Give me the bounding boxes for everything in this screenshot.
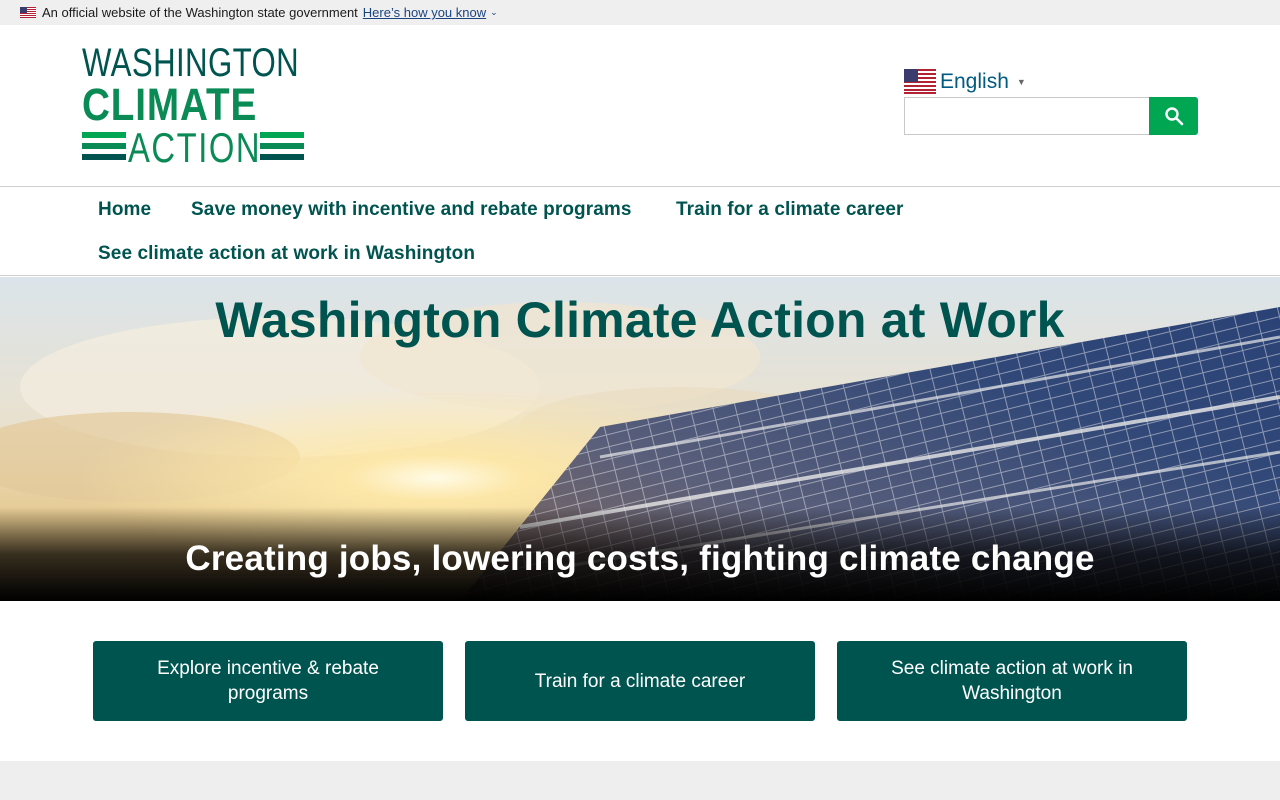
nav-item-train-career[interactable]: Train for a climate career — [676, 199, 904, 221]
logo-line-action: ACTION — [128, 124, 262, 171]
hero-subtitle: Creating jobs, lowering costs, fighting … — [185, 539, 1095, 578]
nav-item-home[interactable]: Home — [98, 199, 151, 221]
logo-stripes-right — [260, 132, 304, 165]
language-selector[interactable]: English ▼ — [904, 69, 1026, 94]
nav-item-climate-at-work[interactable]: See climate action at work in Washington — [98, 243, 475, 265]
footer-band — [0, 761, 1280, 800]
train-climate-career-button[interactable]: Train for a climate career — [465, 641, 815, 721]
hero-title: Washington Climate Action at Work — [215, 292, 1065, 348]
us-flag-icon — [20, 7, 36, 18]
main-navigation: Home Save money with incentive and rebat… — [0, 188, 1280, 276]
search-icon — [1164, 107, 1183, 126]
logo-stripes-left — [82, 132, 126, 165]
logo-line-climate: CLIMATE — [82, 79, 258, 130]
nav-item-save-money[interactable]: Save money with incentive and rebate pro… — [191, 199, 632, 221]
banner-text: An official website of the Washington st… — [42, 5, 358, 20]
search-button[interactable] — [1149, 97, 1198, 135]
heres-how-you-know-link[interactable]: Here’s how you know — [363, 5, 486, 20]
logo-line-action-row: ACTION — [82, 124, 304, 171]
language-label: English — [940, 69, 1009, 93]
official-site-banner: An official website of the Washington st… — [0, 0, 1280, 25]
caret-down-icon: ▼ — [1016, 76, 1026, 87]
explore-incentive-programs-button[interactable]: Explore incentive & rebate programs — [93, 641, 443, 721]
chevron-down-icon[interactable]: ⌄ — [490, 7, 498, 18]
logo-line-washington: WASHINGTON — [82, 41, 300, 85]
hero-banner: Washington Climate Action at Work Creati… — [0, 277, 1280, 601]
site-header: WASHINGTON CLIMATE ACTION English ▼ — [0, 25, 1280, 187]
climate-action-at-work-button[interactable]: See climate action at work in Washington — [837, 641, 1187, 721]
washington-climate-action-logo[interactable]: WASHINGTON CLIMATE ACTION — [82, 41, 304, 171]
us-flag-icon — [904, 69, 936, 94]
search-input[interactable] — [904, 97, 1150, 135]
